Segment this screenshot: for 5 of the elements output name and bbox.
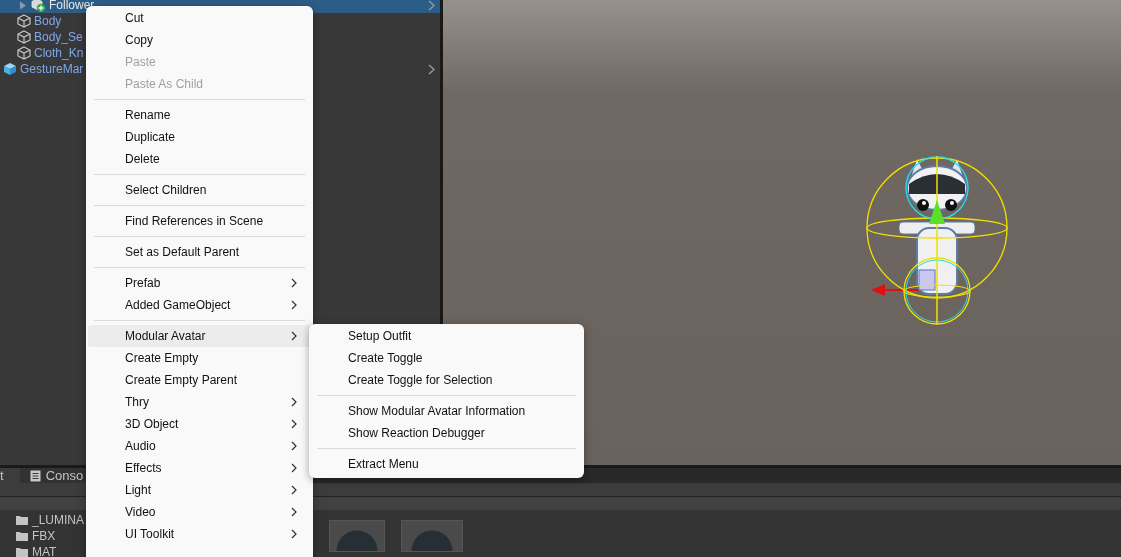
hierarchy-item-label: Body_Se [34, 30, 83, 44]
hierarchy-item-label: Cloth_Kn [34, 46, 84, 60]
hierarchy-item-label: GestureMar [20, 62, 84, 76]
hierarchy-item-label: Follower [49, 0, 95, 12]
hierarchy-item-label: Body [34, 14, 62, 28]
